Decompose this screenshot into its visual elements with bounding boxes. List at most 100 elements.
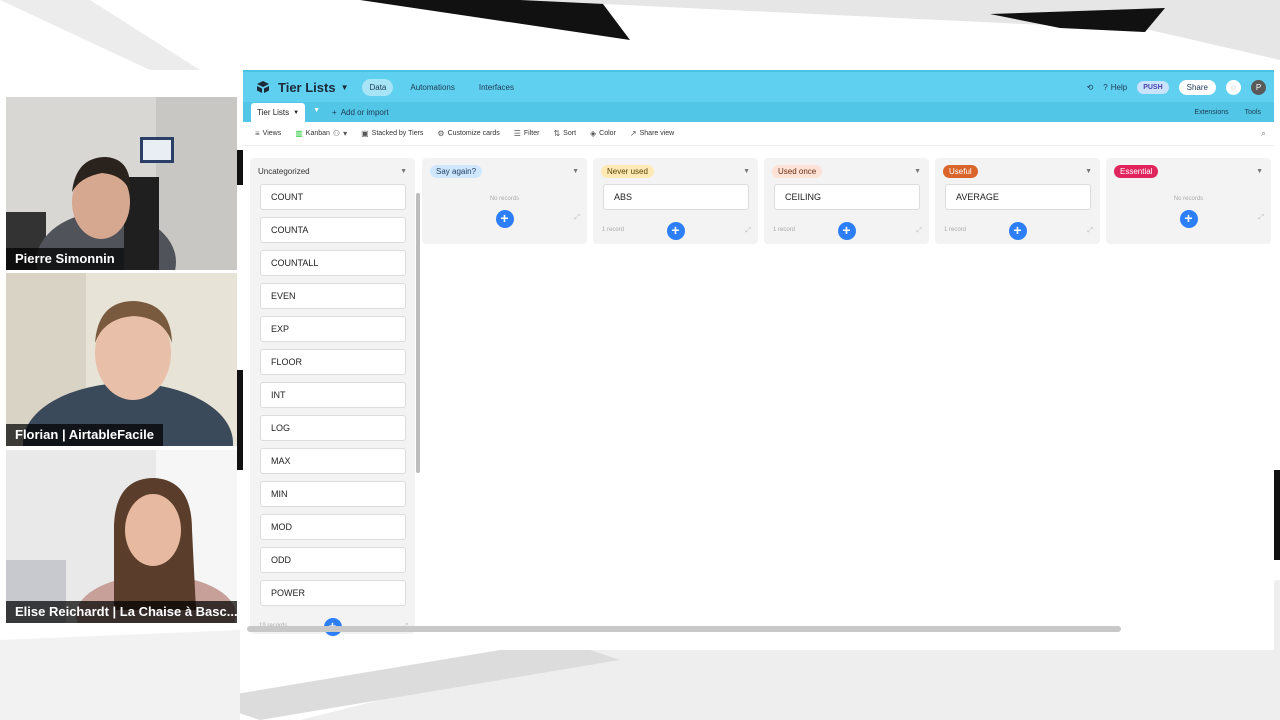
search-icon[interactable]: ⌕ [1261, 128, 1266, 139]
airtable-app: Tier Lists ▼ Data Automations Interfaces… [243, 70, 1274, 650]
participant-name: Florian | AirtableFacile [6, 424, 163, 446]
record-card[interactable]: COUNT [260, 184, 406, 210]
add-record-button[interactable]: + [666, 222, 685, 240]
column-footer: 1 record + ⤢ [935, 217, 1100, 247]
color-button[interactable]: ◈ Color [590, 129, 616, 138]
chevron-down-icon: ▼ [293, 109, 300, 116]
customize-cards-button[interactable]: ⚙ Customize cards [437, 129, 499, 138]
record-card[interactable]: EVEN [260, 283, 406, 309]
webcam-tile-florian: Florian | AirtableFacile [6, 273, 237, 446]
tier-chip: Say again? [430, 164, 483, 178]
filter-label: Filter [523, 130, 540, 137]
help-icon: ? [1103, 82, 1108, 92]
color-icon: ◈ [590, 129, 597, 138]
add-import-label: Add or import [340, 107, 389, 117]
push-button[interactable]: PUSH [1137, 80, 1169, 94]
record-card[interactable]: ODD [260, 547, 406, 573]
record-count: 1 record [773, 227, 796, 233]
column-header: Useful ▼ [935, 158, 1100, 184]
column-title: Uncategorized [258, 166, 310, 176]
record-card[interactable]: EXP [260, 316, 406, 342]
expand-icon[interactable]: ⤢ [916, 227, 922, 235]
chevron-down-icon[interactable]: ▼ [1085, 168, 1092, 175]
share-icon: ↗ [629, 129, 637, 138]
stack-icon: ▣ [361, 129, 369, 138]
record-card[interactable]: POWER [260, 580, 406, 606]
chevron-down-icon[interactable]: ▼ [572, 168, 579, 175]
view-name: Kanban [305, 130, 330, 137]
base-logo-icon [257, 81, 269, 93]
participant-name: Elise Reichardt | La Chaise à Basc... [6, 601, 237, 623]
add-record-button[interactable]: + [495, 210, 514, 228]
history-icon[interactable]: ⟲ [1087, 83, 1094, 92]
nav-interfaces[interactable]: Interfaces [472, 79, 521, 96]
sort-icon: ⇅ [553, 129, 561, 138]
menu-icon: ≡ [255, 129, 260, 138]
record-card[interactable]: INT [260, 382, 406, 408]
record-card[interactable]: AVERAGE [945, 184, 1091, 210]
views-button[interactable]: ≡ Views [255, 129, 281, 138]
record-card[interactable]: MOD [260, 514, 406, 540]
chevron-down-icon[interactable]: ▼ [1256, 168, 1263, 175]
webcam-tile-elise: Elise Reichardt | La Chaise à Basc... [6, 450, 237, 623]
participant-video [6, 273, 237, 446]
help-button[interactable]: ? Help [1103, 83, 1127, 92]
view-switcher[interactable]: ▥ Kanban ⚇ ▾ [295, 129, 347, 138]
add-or-import-button[interactable]: + Add or import [332, 108, 389, 117]
record-card[interactable]: COUNTA [260, 217, 406, 243]
record-card[interactable]: LOG [260, 415, 406, 441]
nav-data[interactable]: Data [362, 78, 394, 96]
column-header: Never used ▼ [593, 158, 758, 184]
expand-icon[interactable]: ⤢ [574, 214, 580, 222]
sort-label: Sort [563, 130, 577, 137]
column-header: Used once ▼ [764, 158, 929, 184]
sort-button[interactable]: ⇅ Sort [553, 129, 576, 138]
column-footer: 1 record + ⤢ [764, 217, 929, 247]
chevron-down-icon[interactable]: ▼ [313, 107, 320, 114]
record-card[interactable]: MAX [260, 448, 406, 474]
views-label: Views [262, 130, 282, 137]
expand-icon[interactable]: ⤢ [1258, 214, 1264, 222]
bell-icon[interactable]: ◌ [1226, 79, 1241, 95]
tools-button[interactable]: Tools [1240, 107, 1266, 118]
column-header: Say again? ▼ [422, 158, 587, 184]
avatar[interactable]: P [1251, 79, 1266, 95]
nav-automations[interactable]: Automations [403, 79, 461, 96]
table-tab-label: Tier Lists [257, 108, 290, 117]
kanban-column-useful: Useful ▼ AVERAGE 1 record + ⤢ [935, 158, 1100, 244]
stacked-by-button[interactable]: ▣ Stacked by Tiers [361, 129, 423, 138]
add-record-button[interactable]: + [1179, 210, 1198, 228]
base-title[interactable]: Tier Lists [278, 80, 336, 95]
kanban-column-say-again: Say again? ▼ No records + ⤢ [422, 158, 587, 244]
chevron-down-icon[interactable]: ▼ [400, 168, 407, 175]
column-footer: 1 record + ⤢ [593, 217, 758, 247]
column-header: Essential ▼ [1106, 158, 1271, 184]
add-record-button[interactable]: + [1008, 222, 1027, 240]
share-view-button[interactable]: ↗ Share view [630, 129, 674, 138]
expand-icon[interactable]: ⤢ [1087, 227, 1093, 235]
extensions-button[interactable]: Extensions [1189, 107, 1233, 118]
filter-button[interactable]: ☰ Filter [514, 129, 540, 138]
record-card[interactable]: CEILING [774, 184, 920, 210]
expand-icon[interactable]: ⤢ [745, 227, 751, 235]
chevron-down-icon[interactable]: ▼ [743, 168, 750, 175]
add-record-button[interactable]: + [837, 222, 856, 240]
record-card[interactable]: FLOOR [260, 349, 406, 375]
participant-video [6, 450, 237, 623]
tier-chip: Used once [772, 164, 823, 178]
customize-icon: ⚙ [437, 129, 445, 138]
chevron-down-icon[interactable]: ▼ [341, 83, 349, 92]
column-scrollbar[interactable] [416, 193, 420, 473]
chevron-down-icon[interactable]: ▼ [914, 168, 921, 175]
share-button[interactable]: Share [1178, 79, 1216, 95]
column-footer: + ⤢ [1106, 210, 1271, 244]
record-card[interactable]: MIN [260, 481, 406, 507]
record-card[interactable]: ABS [603, 184, 749, 210]
tier-chip: Useful [943, 164, 978, 178]
horizontal-scrollbar[interactable] [247, 626, 1121, 632]
webcam-tile-pierre: Pierre Simonnin [6, 97, 237, 270]
customize-label: Customize cards [447, 130, 500, 137]
kanban-column-never-used: Never used ▼ ABS 1 record + ⤢ [593, 158, 758, 244]
record-card[interactable]: COUNTALL [260, 250, 406, 276]
tab-tier-lists[interactable]: Tier Lists ▼ [251, 103, 306, 122]
